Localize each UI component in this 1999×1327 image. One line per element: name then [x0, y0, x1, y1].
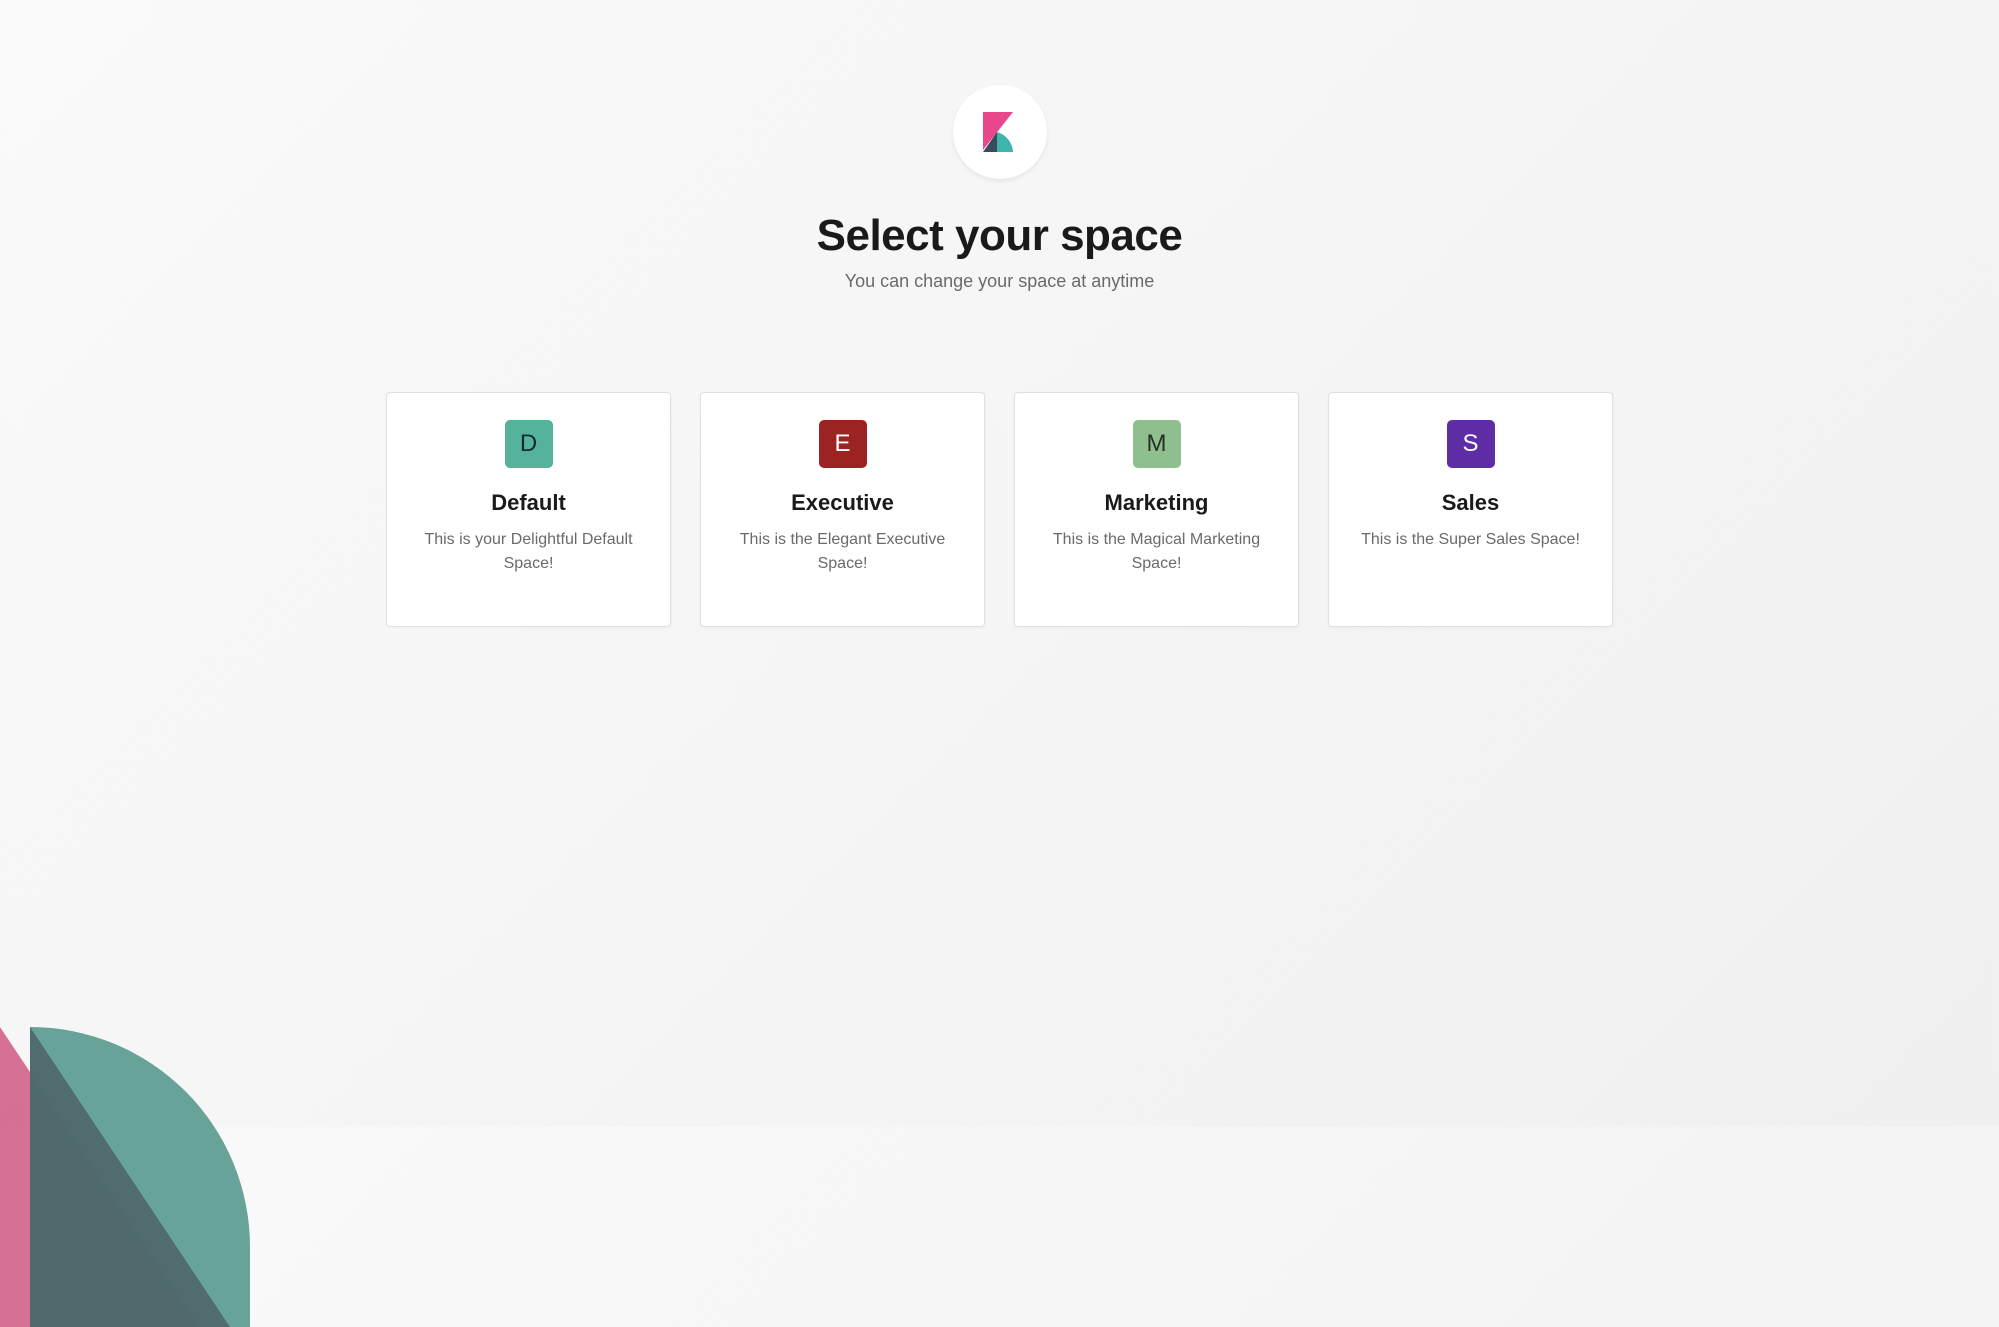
space-card-list: D Default This is your Delightful Defaul… [386, 392, 1613, 627]
space-card-description: This is the Magical Marketing Space! [1037, 528, 1276, 576]
space-card-default[interactable]: D Default This is your Delightful Defaul… [386, 392, 671, 627]
space-avatar: S [1447, 420, 1495, 468]
space-avatar: D [505, 420, 553, 468]
page-title: Select your space [817, 211, 1183, 261]
space-card-description: This is the Super Sales Space! [1361, 528, 1580, 552]
space-card-title: Sales [1442, 490, 1500, 516]
space-avatar: M [1133, 420, 1181, 468]
space-card-marketing[interactable]: M Marketing This is the Magical Marketin… [1014, 392, 1299, 627]
page-subtitle: You can change your space at anytime [845, 271, 1155, 292]
space-card-title: Marketing [1105, 490, 1209, 516]
space-avatar: E [819, 420, 867, 468]
space-card-executive[interactable]: E Executive This is the Elegant Executiv… [700, 392, 985, 627]
space-card-description: This is your Delightful Default Space! [409, 528, 648, 576]
space-card-title: Default [491, 490, 566, 516]
space-card-title: Executive [791, 490, 894, 516]
kibana-logo-circle [953, 85, 1047, 179]
space-card-description: This is the Elegant Executive Space! [723, 528, 962, 576]
space-card-sales[interactable]: S Sales This is the Super Sales Space! [1328, 392, 1613, 627]
kibana-logo-icon [983, 112, 1017, 152]
